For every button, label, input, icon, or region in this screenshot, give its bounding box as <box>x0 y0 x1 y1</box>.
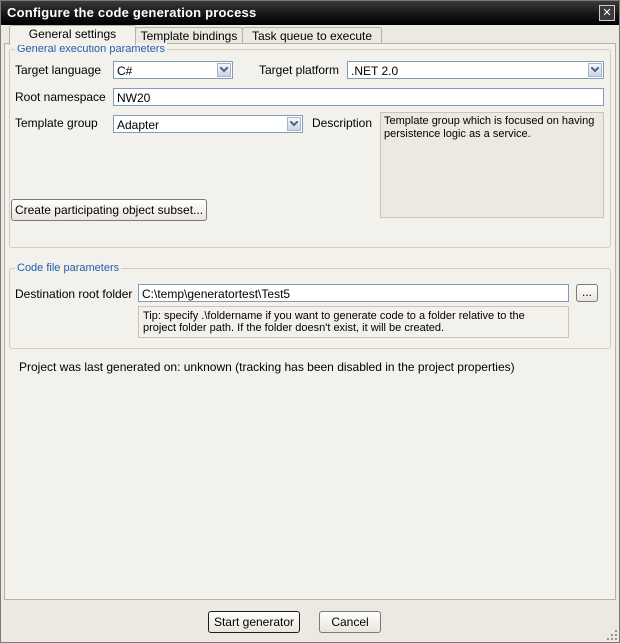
dialog-window: Configure the code generation process ✕ … <box>0 0 620 643</box>
cancel-button[interactable]: Cancel <box>319 611 381 633</box>
browse-folder-button[interactable]: ... <box>576 284 598 302</box>
start-generator-button[interactable]: Start generator <box>208 611 300 633</box>
destination-root-folder-input[interactable]: C:\temp\generatortest\Test5 <box>138 284 569 302</box>
tab-panel-general: General execution parameters Target lang… <box>4 43 616 600</box>
target-language-label: Target language <box>15 63 102 77</box>
template-group-label: Template group <box>15 116 98 130</box>
root-namespace-input[interactable]: NW20 <box>113 88 604 106</box>
description-label: Description <box>312 116 373 130</box>
resize-grip-icon[interactable] <box>607 630 617 640</box>
folder-tip-box: Tip: specify .\foldername if you want to… <box>138 306 569 338</box>
tab-task-queue[interactable]: Task queue to execute <box>242 27 382 44</box>
client-area: General settings Template bindings Task … <box>1 25 619 642</box>
title-bar[interactable]: Configure the code generation process ✕ <box>1 1 619 25</box>
tab-template-bindings[interactable]: Template bindings <box>135 27 243 44</box>
target-language-dropdown-button[interactable] <box>217 63 231 77</box>
code-file-group: Code file parameters Destination root fo… <box>9 262 611 349</box>
folder-tip-line-2: project folder path. If the folder doesn… <box>143 322 445 334</box>
chevron-down-icon <box>591 67 599 73</box>
description-box: Template group which is focused on havin… <box>380 112 604 218</box>
create-object-subset-button[interactable]: Create participating object subset... <box>11 199 207 221</box>
close-button[interactable]: ✕ <box>599 5 615 21</box>
chevron-down-icon <box>220 67 228 73</box>
target-platform-label: Target platform <box>259 63 340 77</box>
target-platform-value: .NET 2.0 <box>351 64 399 78</box>
chevron-down-icon <box>290 121 298 127</box>
template-group-combo[interactable]: Adapter <box>113 115 303 133</box>
root-namespace-label: Root namespace <box>15 90 106 104</box>
tab-general-settings[interactable]: General settings <box>9 25 136 45</box>
folder-tip-line-1: Tip: specify .\foldername if you want to… <box>143 310 525 322</box>
target-language-value: C# <box>117 64 133 78</box>
dialog-footer: Start generator Cancel <box>1 602 619 642</box>
template-group-dropdown-button[interactable] <box>287 117 301 131</box>
general-execution-group: General execution parameters Target lang… <box>9 43 611 248</box>
window-title: Configure the code generation process <box>7 5 257 20</box>
target-platform-dropdown-button[interactable] <box>588 63 602 77</box>
code-file-group-title: Code file parameters <box>15 262 122 274</box>
close-icon: ✕ <box>602 6 612 19</box>
destination-root-folder-label: Destination root folder <box>15 287 133 301</box>
target-platform-combo[interactable]: .NET 2.0 <box>347 61 604 79</box>
template-group-value: Adapter <box>117 118 160 132</box>
target-language-combo[interactable]: C# <box>113 61 233 79</box>
last-generated-status: Project was last generated on: unknown (… <box>19 360 515 374</box>
